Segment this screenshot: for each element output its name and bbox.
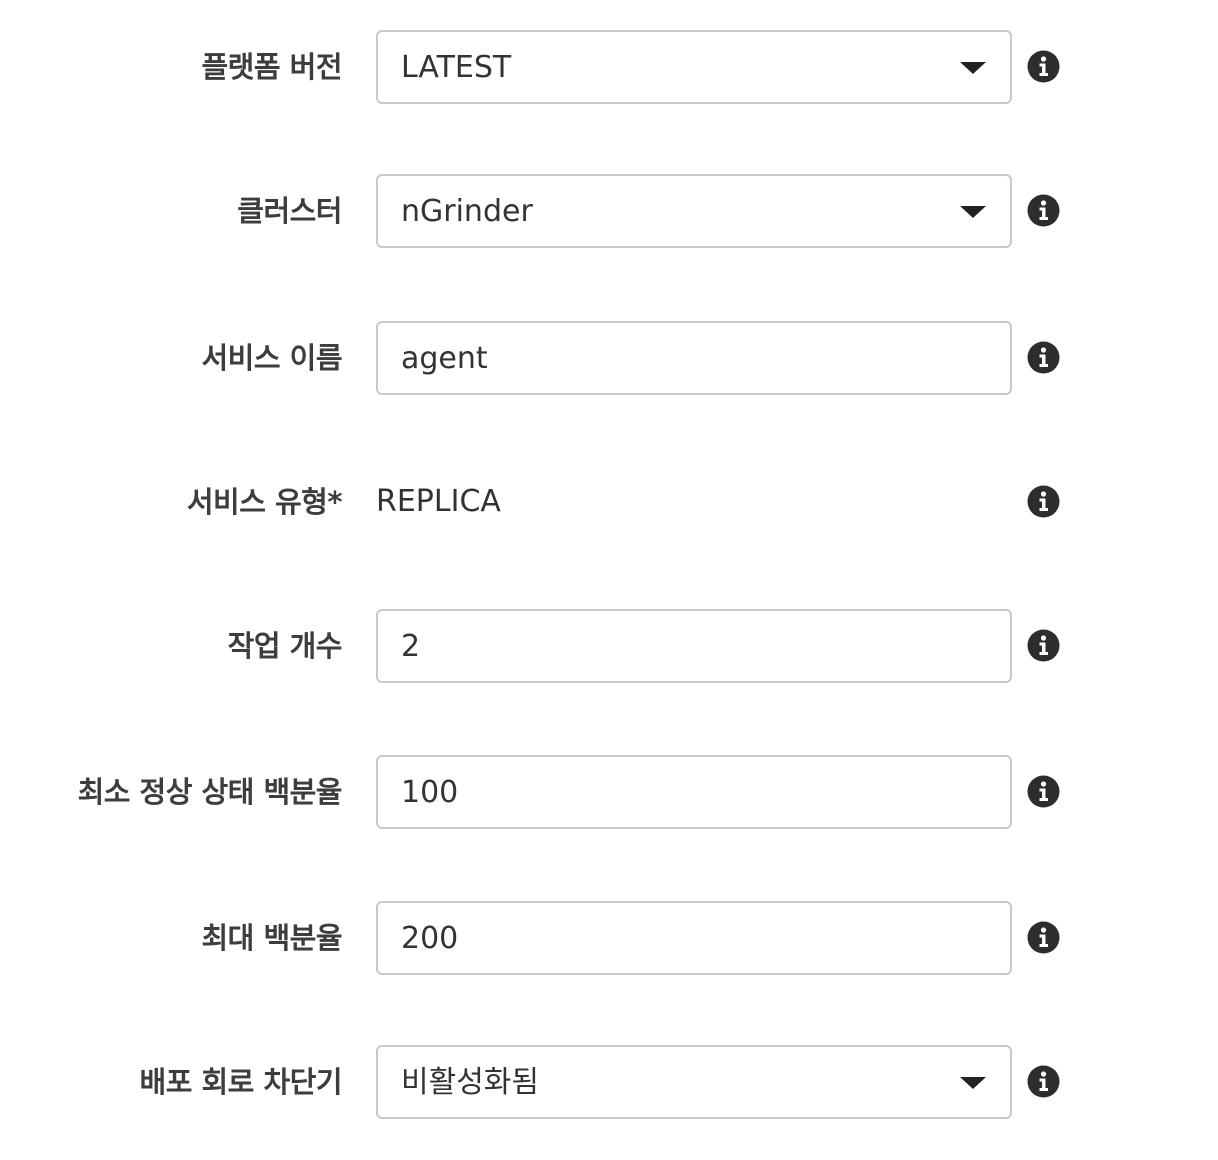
deployment-circuit-breaker-value: 비활성화됨 bbox=[401, 1065, 539, 1100]
service-type-label: 서비스 유형* bbox=[186, 485, 343, 519]
task-count-label: 작업 개수 bbox=[227, 629, 343, 663]
info-circle-icon[interactable] bbox=[1027, 194, 1060, 227]
service-name-value: agent bbox=[401, 341, 488, 376]
caret-down-icon bbox=[960, 206, 986, 218]
deployment-circuit-breaker-select[interactable]: 비활성화됨 bbox=[376, 1045, 1012, 1119]
min-healthy-percent-value: 100 bbox=[401, 775, 459, 810]
task-count-row: 작업 개수 2 bbox=[0, 609, 1218, 683]
info-circle-icon[interactable] bbox=[1027, 485, 1060, 518]
cluster-value: nGrinder bbox=[401, 194, 533, 229]
min-healthy-percent-input[interactable]: 100 bbox=[376, 755, 1012, 829]
deployment-circuit-breaker-label: 배포 회로 차단기 bbox=[139, 1065, 343, 1099]
service-type-row: 서비스 유형* REPLICA bbox=[0, 465, 1218, 539]
info-circle-icon[interactable] bbox=[1027, 921, 1060, 954]
task-count-value: 2 bbox=[401, 629, 421, 664]
max-percent-label: 최대 백분율 bbox=[201, 921, 343, 955]
max-percent-input[interactable]: 200 bbox=[376, 901, 1012, 975]
service-name-row: 서비스 이름 agent bbox=[0, 321, 1218, 395]
service-name-label: 서비스 이름 bbox=[201, 341, 343, 375]
cluster-label: 클러스터 bbox=[237, 194, 342, 228]
max-percent-value: 200 bbox=[401, 921, 459, 956]
min-healthy-percent-row: 최소 정상 상태 백분율 100 bbox=[0, 755, 1218, 829]
platform-version-label: 플랫폼 버전 bbox=[201, 50, 343, 84]
platform-version-value: LATEST bbox=[401, 50, 512, 85]
info-circle-icon[interactable] bbox=[1027, 1065, 1060, 1098]
info-circle-icon[interactable] bbox=[1027, 629, 1060, 662]
cluster-select[interactable]: nGrinder bbox=[376, 174, 1012, 248]
max-percent-row: 최대 백분율 200 bbox=[0, 901, 1218, 975]
info-circle-icon[interactable] bbox=[1027, 341, 1060, 374]
info-circle-icon[interactable] bbox=[1027, 50, 1060, 83]
task-count-input[interactable]: 2 bbox=[376, 609, 1012, 683]
deployment-circuit-breaker-row: 배포 회로 차단기 비활성화됨 bbox=[0, 1045, 1218, 1119]
platform-version-row: 플랫폼 버전 LATEST bbox=[0, 30, 1218, 104]
caret-down-icon bbox=[960, 1077, 986, 1089]
service-type-value: REPLICA bbox=[376, 484, 501, 519]
service-name-input[interactable]: agent bbox=[376, 321, 1012, 395]
info-circle-icon[interactable] bbox=[1027, 775, 1060, 808]
caret-down-icon bbox=[960, 62, 986, 74]
platform-version-select[interactable]: LATEST bbox=[376, 30, 1012, 104]
cluster-row: 클러스터 nGrinder bbox=[0, 174, 1218, 248]
min-healthy-percent-label: 최소 정상 상태 백분율 bbox=[77, 775, 343, 809]
